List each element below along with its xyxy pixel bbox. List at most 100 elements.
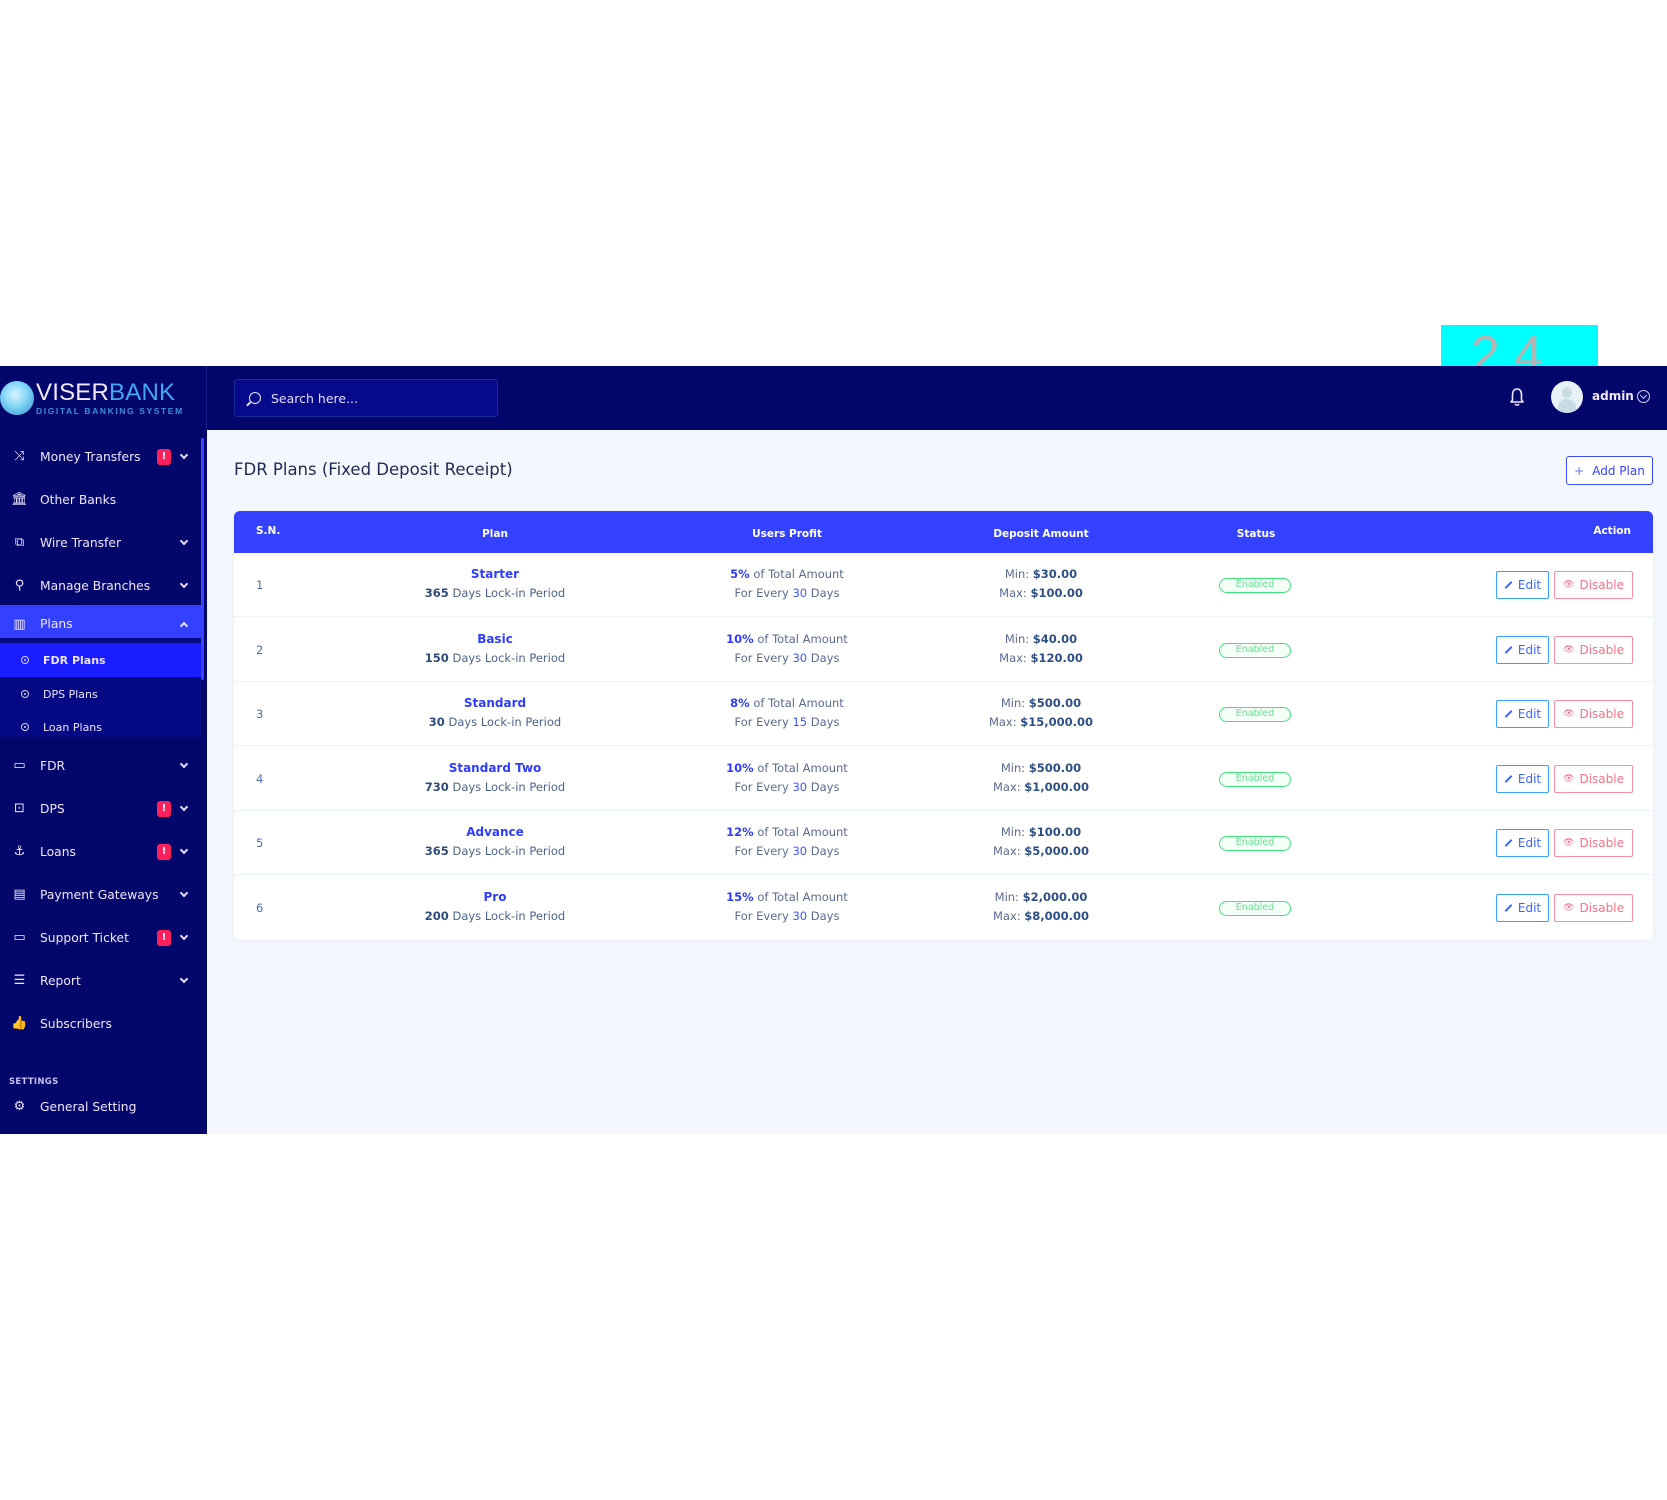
hand-coin-icon: ⚓ <box>13 844 26 859</box>
alert-badge: ! <box>157 843 171 860</box>
min-deposit: Min: $500.00 <box>1000 696 1082 710</box>
sidebar-item-label: Other Banks <box>40 492 117 507</box>
sidebar-item-label: Report <box>40 973 81 988</box>
row-serial-number: 3 <box>256 707 264 721</box>
edit-button[interactable]: Edit <box>1496 829 1549 857</box>
table-row: 5 Advance 365 Days Lock-in Period 12% of… <box>234 811 1653 875</box>
disable-button[interactable]: 👁 Disable <box>1554 764 1633 793</box>
wire-transfer-icon: ⧉ <box>14 535 25 550</box>
chevron-down-icon <box>179 974 189 983</box>
edit-label: Edit <box>1517 642 1542 657</box>
lock-in-period: 200 Days Lock-in Period <box>424 908 566 923</box>
plan-cell: Starter 365 Days Lock-in Period <box>425 565 565 603</box>
plan-name[interactable]: Starter <box>425 565 565 584</box>
chevron-down-icon <box>179 579 189 588</box>
row-serial-number: 1 <box>256 578 264 592</box>
sidebar-item-payment-gateways[interactable]: ▤ Payment Gateways <box>0 873 201 916</box>
box-icon: ⊡ <box>14 801 25 816</box>
search-input[interactable] <box>271 390 471 406</box>
min-deposit: Min: $500.00 <box>1000 760 1082 775</box>
disable-button[interactable]: 👁 Disable <box>1554 829 1633 857</box>
edit-label: Edit <box>1517 836 1542 850</box>
profit-percentage: 15% of Total Amount <box>726 889 848 904</box>
sidebar-item-fdr[interactable]: ▭ FDR <box>0 744 201 787</box>
sidebar-item-support-ticket[interactable]: ▭ Support Ticket ! <box>0 916 201 959</box>
column-header-deposit-amount: Deposit Amount <box>993 528 1089 540</box>
add-plan-button[interactable]: + Add Plan <box>1566 456 1653 485</box>
sidebar-item-label: FDR <box>40 758 66 773</box>
plan-name[interactable]: Basic <box>425 630 565 649</box>
chevron-down-icon[interactable] <box>1637 390 1650 403</box>
avatar[interactable] <box>1551 381 1583 413</box>
row-serial-number: 4 <box>256 771 264 786</box>
edit-button[interactable]: Edit <box>1496 764 1549 793</box>
profit-interval: For Every 30 Days <box>734 650 840 665</box>
circle-dot-icon <box>21 723 29 731</box>
profit-percentage: 8% of Total Amount <box>730 696 844 710</box>
table-header: S.N. Plan Users Profit Deposit Amount St… <box>234 511 1653 553</box>
disable-button[interactable]: 👁 Disable <box>1554 893 1633 922</box>
sidebar-item-loans[interactable]: ⚓ Loans ! <box>0 830 201 873</box>
sidebar-item-label: Manage Branches <box>40 578 151 593</box>
pencil-icon <box>1504 774 1513 783</box>
sidebar-item-subscribers[interactable]: 👍 Subscribers <box>0 1002 201 1045</box>
sidebar-subitem-loan-plans[interactable]: Loan Plans <box>0 710 201 744</box>
circle-dot-icon <box>21 690 29 698</box>
add-plan-label: Add Plan <box>1592 463 1645 478</box>
edit-button[interactable]: Edit <box>1496 571 1549 599</box>
sidebar-subitem-fdr-plans[interactable]: FDR Plans <box>0 643 201 677</box>
max-deposit: Max: $8,000.00 <box>992 908 1090 923</box>
sidebar-item-report[interactable]: ☰ Report <box>0 959 201 1002</box>
sidebar-item-label: Payment Gateways <box>40 887 159 902</box>
overlay-marker-text: 24 <box>1471 326 1557 366</box>
sidebar-item-dps[interactable]: ⊡ DPS ! <box>0 787 201 830</box>
disable-button[interactable]: 👁 Disable <box>1554 635 1633 664</box>
brand-logo[interactable]: VISERBANK DIGITAL BANKING SYSTEM <box>0 366 207 430</box>
disable-button[interactable]: 👁 Disable <box>1554 571 1633 599</box>
table-row: 3 Standard 30 Days Lock-in Period 8% of … <box>234 682 1653 746</box>
logo-icon <box>0 381 34 415</box>
edit-button[interactable]: Edit <box>1496 893 1549 922</box>
search-box[interactable] <box>234 379 498 417</box>
plan-name[interactable]: Pro <box>425 888 565 907</box>
pencil-icon <box>1504 581 1513 589</box>
min-deposit: Min: $30.00 <box>1004 567 1078 581</box>
bell-icon[interactable] <box>1509 387 1525 407</box>
edit-button[interactable]: Edit <box>1496 635 1549 664</box>
users-profit-cell: 15% of Total Amount For Every 30 Days <box>726 888 848 926</box>
plans-table: S.N. Plan Users Profit Deposit Amount St… <box>234 511 1653 940</box>
sidebar-item-other-banks[interactable]: 🏛 Other Banks <box>0 478 201 521</box>
max-deposit: Max: $5,000.00 <box>992 844 1090 858</box>
sidebar-item-money-transfers[interactable]: ⤨ Money Transfers ! <box>0 435 201 478</box>
eye-slash-icon: 👁 <box>1563 838 1575 848</box>
lock-in-period: 730 Days Lock-in Period <box>424 779 566 794</box>
edit-label: Edit <box>1517 900 1542 915</box>
row-serial-number: 5 <box>256 836 264 850</box>
plan-name[interactable]: Standard <box>429 694 561 713</box>
status-badge: Enabled <box>1219 642 1291 658</box>
plan-name[interactable]: Advance <box>425 823 565 842</box>
brand-name: VISERBANK <box>36 378 184 406</box>
disable-button[interactable]: 👁 Disable <box>1554 700 1633 728</box>
sidebar-item-label: Loans <box>40 844 76 859</box>
disable-label: Disable <box>1579 771 1624 786</box>
brand-name-part1: VISER <box>36 378 110 406</box>
sidebar-item-general-setting[interactable]: ⚙ General Setting <box>0 1085 201 1128</box>
column-header-action: Action <box>1593 525 1631 537</box>
app-shell: VISERBANK DIGITAL BANKING SYSTEM admin ⤨… <box>0 366 1667 1134</box>
sidebar-subitem-dps-plans[interactable]: DPS Plans <box>0 677 201 711</box>
sidebar-item-label: Wire Transfer <box>40 535 122 550</box>
credit-card-icon: ▤ <box>13 887 26 902</box>
column-header-users-profit: Users Profit <box>752 528 822 540</box>
sidebar-item-wire-transfer[interactable]: ⧉ Wire Transfer <box>0 521 201 564</box>
disable-label: Disable <box>1579 707 1624 721</box>
sidebar-scrollbar[interactable] <box>201 438 204 680</box>
ticket-icon: ▭ <box>13 930 26 945</box>
plan-name[interactable]: Standard Two <box>425 759 565 778</box>
edit-button[interactable]: Edit <box>1496 700 1549 728</box>
profit-interval: For Every 30 Days <box>734 779 840 794</box>
sidebar-item-manage-branches[interactable]: ⚲ Manage Branches <box>0 564 201 607</box>
eye-slash-icon: 👁 <box>1563 709 1575 719</box>
max-deposit: Max: $120.00 <box>999 650 1083 665</box>
user-name[interactable]: admin <box>1592 389 1634 403</box>
